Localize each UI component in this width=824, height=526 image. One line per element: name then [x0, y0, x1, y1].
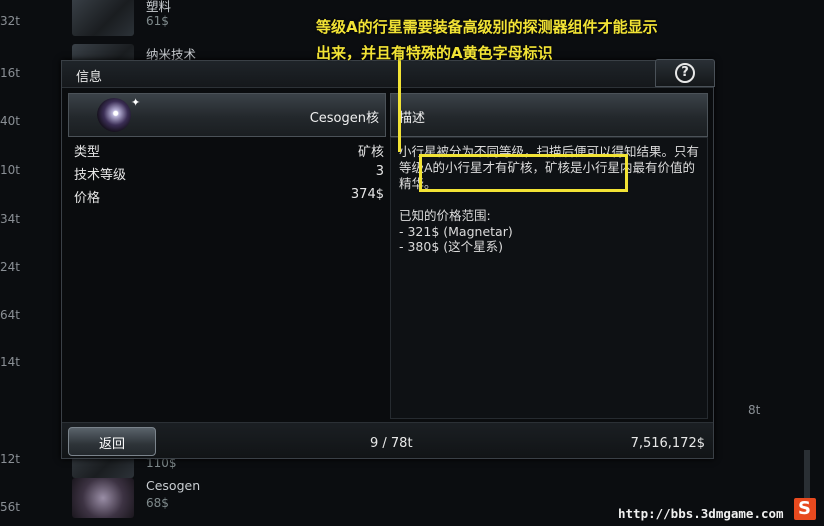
annotation: 等级A的行星需要装备高级别的探测器组件才能显示 出来，并且有特殊的A黄色字母标识: [316, 14, 696, 66]
info-dialog: 信息 ? ✦ Cesogen核 类型 矿核 技术等级 3 价格 374$ 描述 …: [61, 59, 715, 459]
property-key: 技术等级: [74, 168, 127, 183]
side-label: 10t: [0, 163, 20, 177]
price-range-item: - 380$ (这个星系): [399, 239, 504, 254]
property-row: 技术等级 3: [74, 164, 384, 187]
item-name: 塑料: [146, 0, 172, 14]
scrollbar[interactable]: [804, 450, 810, 500]
side-label: 14t: [0, 355, 20, 369]
highlight-box: [419, 154, 628, 192]
watermark-url: http://bbs.3dmgame.com: [618, 506, 784, 521]
property-value: 矿核: [357, 145, 384, 160]
item-price: 68$: [146, 496, 169, 510]
property-key: 类型: [74, 145, 101, 160]
properties-list: 类型 矿核 技术等级 3 价格 374$: [74, 141, 384, 210]
property-row: 价格 374$: [74, 187, 384, 210]
dialog-title: 信息: [76, 70, 103, 85]
dialog-footer: 返回 9 / 78t 7,516,172$: [62, 422, 713, 458]
sparkle-icon: ✦: [131, 96, 141, 109]
annotation-line: 等级A的行星需要装备高级别的探测器组件才能显示: [316, 18, 658, 36]
price-range-title: 已知的价格范围:: [399, 208, 491, 223]
item-thumbnail: [72, 478, 134, 518]
side-label: 56t: [0, 500, 20, 514]
side-label: 64t: [0, 308, 20, 322]
property-key: 价格: [74, 191, 101, 206]
cargo-capacity: 9 / 78t: [370, 436, 413, 451]
annotation-line: 出来，并且有特殊的A黄色字母标识: [316, 44, 553, 62]
back-button-label: 返回: [99, 437, 126, 452]
price-range-item: - 321$ (Magnetar): [399, 223, 513, 239]
description-header: 描述: [390, 93, 708, 137]
ore-core-icon: [97, 98, 131, 132]
side-label: 12t: [0, 452, 20, 466]
description-title: 描述: [399, 111, 426, 126]
property-value: 3: [375, 164, 384, 179]
side-label: 24t: [0, 260, 20, 274]
property-row: 类型 矿核: [74, 141, 384, 164]
item-price: 61$: [146, 14, 169, 28]
side-label: 32t: [0, 14, 20, 28]
help-icon: ?: [675, 63, 695, 83]
side-label: 8t: [748, 403, 761, 417]
item-title: Cesogen核: [309, 111, 379, 126]
price-range: 已知的价格范围: - 321$ (Magnetar) - 380$ (这个星系): [399, 208, 513, 255]
side-label: 16t: [0, 66, 20, 80]
item-header: ✦ Cesogen核: [68, 93, 386, 137]
site-logo: S: [794, 498, 816, 520]
item-name: Cesogen: [146, 478, 201, 493]
item-thumbnail: [72, 0, 134, 36]
credits-balance: 7,516,172$: [630, 436, 705, 451]
side-label: 40t: [0, 114, 20, 128]
property-value: 374$: [350, 187, 384, 202]
side-label: 34t: [0, 212, 20, 226]
back-button[interactable]: 返回: [68, 427, 156, 456]
